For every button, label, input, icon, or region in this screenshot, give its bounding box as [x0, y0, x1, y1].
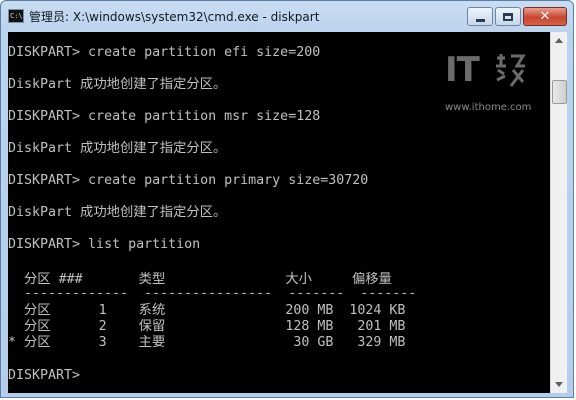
cmd-app-icon[interactable]: C:\ [8, 9, 24, 23]
console-prompt: DISKPART> [8, 368, 81, 383]
scroll-up-button[interactable] [551, 32, 567, 49]
title-bar[interactable]: C:\ 管理员: X:\windows\system32\cmd.exe - d… [1, 1, 573, 32]
window-title: 管理员: X:\windows\system32\cmd.exe - diskp… [29, 10, 320, 24]
partition-row: 分区 2 保留 128 MB 201 MB [8, 319, 406, 334]
partition-row: 分区 1 系统 200 MB 1024 KB [8, 303, 406, 318]
scroll-down-button[interactable] [551, 376, 567, 393]
console-line: DISKPART> create partition efi size=200 [8, 45, 321, 60]
minimize-button[interactable] [467, 7, 493, 26]
ithome-watermark: IT www.ithome.com [445, 50, 545, 120]
arrow-up-icon [555, 38, 563, 43]
close-icon: ✕ [539, 9, 551, 24]
arrow-down-icon [555, 382, 563, 387]
maximize-icon [503, 12, 513, 21]
scrollbar-thumb[interactable] [552, 80, 567, 104]
watermark-logo: IT [445, 50, 480, 90]
console-line: DiskPart 成功地创建了指定分区。 [8, 77, 227, 92]
console-output[interactable]: DISKPART> create partition efi size=200 … [8, 32, 550, 393]
partition-row: * 分区 3 主要 30 GB 329 MB [8, 335, 406, 350]
console-line: DISKPART> create partition primary size=… [8, 173, 369, 188]
maximize-button[interactable] [495, 7, 521, 26]
console-line: DISKPART> list partition [8, 237, 201, 252]
partition-table-divider: ------------- ---------------- ------- -… [8, 286, 417, 301]
console-line: DiskPart 成功地创建了指定分区。 [8, 141, 227, 156]
vertical-scrollbar[interactable] [550, 32, 567, 393]
console-line: DISKPART> create partition msr size=128 [8, 109, 321, 124]
console-line: DiskPart 成功地创建了指定分区。 [8, 205, 227, 220]
close-button[interactable]: ✕ [523, 7, 567, 26]
watermark-url: www.ithome.com [445, 102, 532, 113]
watermark-seal-icon [496, 54, 526, 87]
minimize-icon [475, 18, 485, 22]
cmd-window: C:\ 管理员: X:\windows\system32\cmd.exe - d… [0, 0, 574, 398]
